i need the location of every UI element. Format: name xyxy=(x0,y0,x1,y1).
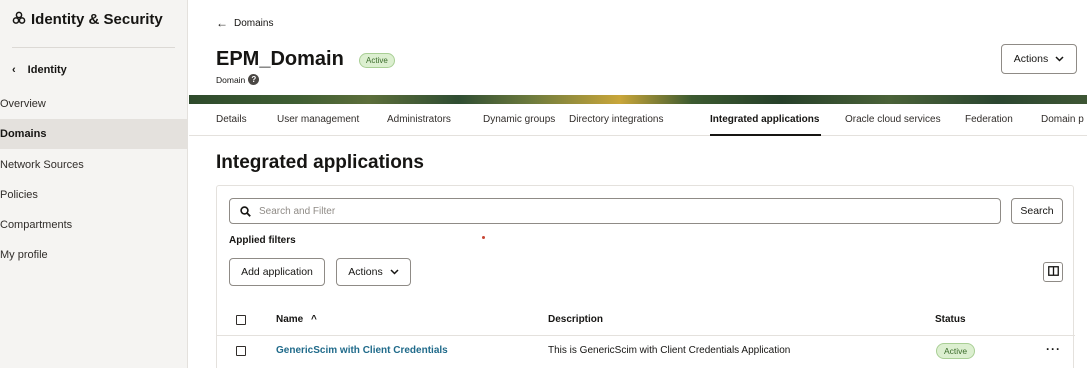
help-icon[interactable]: ? xyxy=(248,74,260,85)
tab-bar: Details User management Administrators D… xyxy=(189,104,1087,136)
application-description: This is GenericScim with Client Credenti… xyxy=(548,345,791,356)
column-header-description[interactable]: Description xyxy=(548,314,603,325)
tab-oracle-cloud-services[interactable]: Oracle cloud services xyxy=(845,114,941,125)
sort-ascending-icon: ^ xyxy=(311,314,317,325)
sidebar-item-network-sources[interactable]: Network Sources xyxy=(0,150,187,180)
add-application-button[interactable]: Add application xyxy=(229,258,325,286)
tab-user-management[interactable]: User management xyxy=(277,114,359,125)
list-actions-button[interactable]: Actions xyxy=(336,258,411,286)
chevron-down-icon xyxy=(1055,53,1064,65)
applications-panel: Search Applied filters Add application A… xyxy=(216,185,1075,368)
chevron-left-icon: ‹ xyxy=(12,64,16,76)
tab-directory-integrations[interactable]: Directory integrations xyxy=(569,114,663,125)
sidebar: Identity & Security ‹ Identity Overview … xyxy=(0,0,188,368)
column-name-label: Name xyxy=(276,314,304,325)
tab-administrators[interactable]: Administrators xyxy=(387,114,451,125)
column-header-status[interactable]: Status xyxy=(935,314,966,325)
page-title: EPM_Domain xyxy=(216,48,344,70)
breadcrumb[interactable]: ← Domains xyxy=(216,16,273,30)
sidebar-item-policies[interactable]: Policies xyxy=(0,180,187,210)
header-actions-button[interactable]: Actions xyxy=(1001,44,1077,74)
kebab-icon[interactable]: ··· xyxy=(1046,342,1061,356)
application-status-badge: Active xyxy=(936,343,976,359)
breadcrumb-label: Domains xyxy=(234,17,274,29)
sidebar-divider xyxy=(12,47,175,48)
status-badge: Active xyxy=(359,53,395,68)
tab-integrated-applications[interactable]: Integrated applications xyxy=(710,114,819,125)
main-content: ← Domains EPM_Domain Active Domain ? Act… xyxy=(189,0,1087,368)
table-row: GenericScim with Client Credentials This… xyxy=(217,337,1075,367)
header-actions-label: Actions xyxy=(1013,53,1049,65)
sidebar-item-domains[interactable]: Domains xyxy=(0,119,187,149)
section-title: Integrated applications xyxy=(216,152,424,173)
header-banner xyxy=(189,95,1087,104)
search-icon xyxy=(240,205,251,217)
arrow-left-icon: ← xyxy=(216,16,228,30)
column-header-name[interactable]: Name ^ xyxy=(276,314,317,325)
tab-dynamic-groups[interactable]: Dynamic groups xyxy=(483,114,555,125)
list-actions-label: Actions xyxy=(348,266,383,278)
sidebar-brand-title: Identity & Security xyxy=(31,11,163,28)
page-subtitle: Domain ? xyxy=(216,74,260,85)
columns-icon xyxy=(1047,265,1059,279)
sidebar-back-link[interactable]: ‹ Identity xyxy=(12,64,67,76)
subtitle-label: Domain xyxy=(216,74,246,85)
sidebar-item-compartments[interactable]: Compartments xyxy=(0,210,187,240)
tab-details[interactable]: Details xyxy=(216,114,247,125)
sidebar-brand[interactable]: Identity & Security xyxy=(12,11,163,28)
search-field[interactable] xyxy=(229,198,1001,224)
identity-logo-icon xyxy=(12,11,26,28)
sidebar-back-label: Identity xyxy=(27,64,67,76)
applied-filters-label: Applied filters xyxy=(229,235,296,246)
sidebar-item-my-profile[interactable]: My profile xyxy=(0,240,187,270)
search-input[interactable] xyxy=(259,205,959,217)
select-all-checkbox[interactable] xyxy=(236,315,246,325)
tab-federation[interactable]: Federation xyxy=(965,114,1013,125)
search-button[interactable]: Search xyxy=(1011,198,1063,224)
column-settings-button[interactable] xyxy=(1043,262,1063,282)
chevron-down-icon xyxy=(390,266,399,278)
table-header: Name ^ Description Status xyxy=(217,304,1075,336)
active-tab-indicator xyxy=(710,134,821,136)
tab-domain-p[interactable]: Domain p xyxy=(1041,114,1084,125)
sidebar-item-overview[interactable]: Overview xyxy=(0,89,187,119)
application-name-link[interactable]: GenericScim with Client Credentials xyxy=(276,345,448,356)
row-checkbox[interactable] xyxy=(236,346,246,356)
required-marker xyxy=(482,236,485,239)
